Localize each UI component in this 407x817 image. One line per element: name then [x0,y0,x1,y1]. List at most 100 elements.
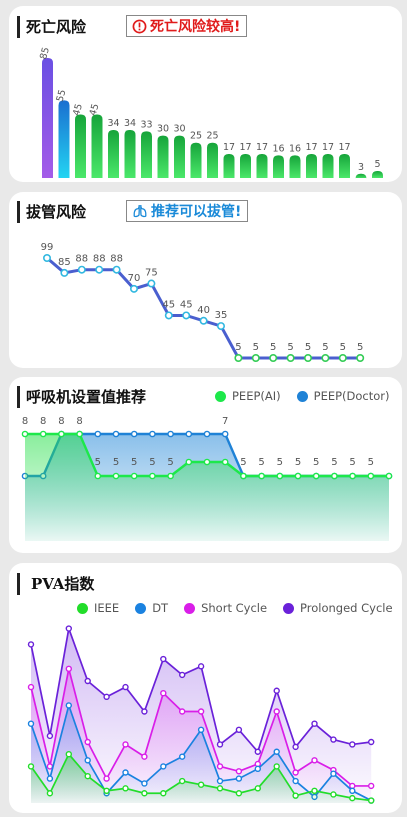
ieee-point [46,790,54,797]
dt-point [178,753,186,760]
short-cycle-point [292,769,299,776]
death-risk-bar [355,173,367,179]
peep-ai-point [149,472,156,480]
extubation-point-label: 99 [41,242,54,253]
extubation-point [199,316,208,325]
peep-point-label: 5 [295,457,301,468]
prolonged-cycle-point [254,748,262,755]
short-cycle-point [103,775,110,782]
death-risk-bar-label: 17 [256,142,268,153]
death-risk-bar-label: 17 [305,142,317,153]
peep-ai-point [112,472,120,480]
death-risk-bar [58,100,70,178]
ieee-point [65,750,72,758]
prolonged-cycle-point [216,741,224,748]
death-risk-bar [42,58,53,178]
extubation-point [112,265,121,274]
peep-point-label: 5 [149,457,155,468]
extubation-point [321,354,330,363]
dt-point [141,780,148,787]
extubation-point-label: 5 [287,342,293,353]
ieee-point [349,794,356,802]
death-risk-bar [240,154,251,178]
extubation-point-label: 40 [197,305,210,316]
peep-point-label: 5 [313,457,319,468]
extubation-point-label: 5 [340,342,346,353]
death-risk-bar-label: 5 [374,159,380,170]
short-cycle-point [273,708,280,715]
death-risk-card: 死亡风险 死亡风险较高! 85 55 45 45 34 34 33 30 30 25 25 17 17 1… [9,6,402,182]
peep-ai-point [76,430,83,438]
extubation-point [164,311,173,320]
peep-ai-point [21,430,29,438]
short-cycle-point [311,757,318,764]
short-cycle-point [368,782,375,790]
dt-point [84,757,91,764]
death-risk-bar-label: 17 [338,142,350,153]
death-risk-bar [174,135,185,178]
prolonged-cycle-point [197,663,205,670]
extubation-point-label: 5 [357,342,363,353]
peep-ai-point [312,472,320,480]
peep-point-label: 5 [349,457,355,468]
peep-ai-point [294,472,302,480]
peep-ai-point [39,430,47,438]
extubation-point-label: 45 [162,299,175,310]
death-risk-bar-label: 25 [190,131,202,142]
death-risk-bar-label: 34 [107,118,119,129]
dt-point [27,720,35,727]
dt-point [216,777,224,785]
ieee-point [273,763,280,770]
death-risk-bar-label: 17 [223,142,235,153]
extubation-risk-card: 拔管风险 推荐可以拔管! 99 85 88 88 88 70 75 45 45 40 35 5 5 5 5 5… [9,192,402,368]
short-cycle-point [27,683,35,691]
peep-ai-point [331,472,338,480]
peep-doctor-point [149,430,156,438]
extubation-point-label: 88 [110,254,123,265]
ieee-point [27,763,35,770]
death-risk-bar [372,170,383,178]
peep-doctor-point [130,430,138,438]
extubation-point-label: 88 [75,254,88,265]
death-risk-bar-label: 16 [289,143,301,154]
peep-ai-point [58,430,65,438]
peep-doctor-point [203,430,211,438]
dt-point [292,777,299,785]
dt-point [273,748,280,755]
extubation-point-label: 75 [145,268,158,279]
prolonged-cycle-point [311,720,318,727]
peep-point-label: 5 [131,457,137,468]
ventilator-area-chart: 8 8 8 8 5 5 5 5 5 7 5 5 5 5 5 5 5 5 [21,416,393,541]
peep-doctor-point [221,430,229,438]
extubation-point [95,265,104,274]
peep-ai-point [130,472,138,480]
peep-ai-point [221,458,229,466]
peep-ai-point [349,472,356,480]
ieee-point [235,790,243,797]
extubation-point-label: 85 [58,257,71,268]
death-risk-bar [190,142,202,178]
prolonged-cycle-point [368,738,375,746]
short-cycle-point [178,708,186,715]
peep-doctor-point [94,430,102,438]
extubation-point [269,354,278,363]
short-cycle-point [235,768,243,775]
prolonged-cycle-point [330,736,337,743]
short-cycle-point [141,753,148,760]
extubation-point [182,311,191,320]
extubation-point [303,354,312,363]
peep-ai-point [185,458,193,466]
peep-point-label: 5 [368,457,374,468]
peep-point-label: 5 [258,457,264,468]
extubation-point-label: 35 [215,310,228,321]
peep-point-label: 8 [58,416,64,427]
dt-point [349,787,356,795]
extubation-point-label: 5 [235,342,241,353]
ventilator-card: 呼吸机设置值推荐 PEEP(AI) PEEP(Doctor) 888855555… [9,377,402,553]
peep-ai-point [276,472,284,480]
dt-point [235,775,243,782]
peep-ai-point [167,472,174,480]
death-risk-bar [157,135,169,178]
pva-card: PVA指数 IEEE DT Short Cycle Prolonged Cycl… [9,563,402,813]
prolonged-cycle-point [65,625,72,632]
